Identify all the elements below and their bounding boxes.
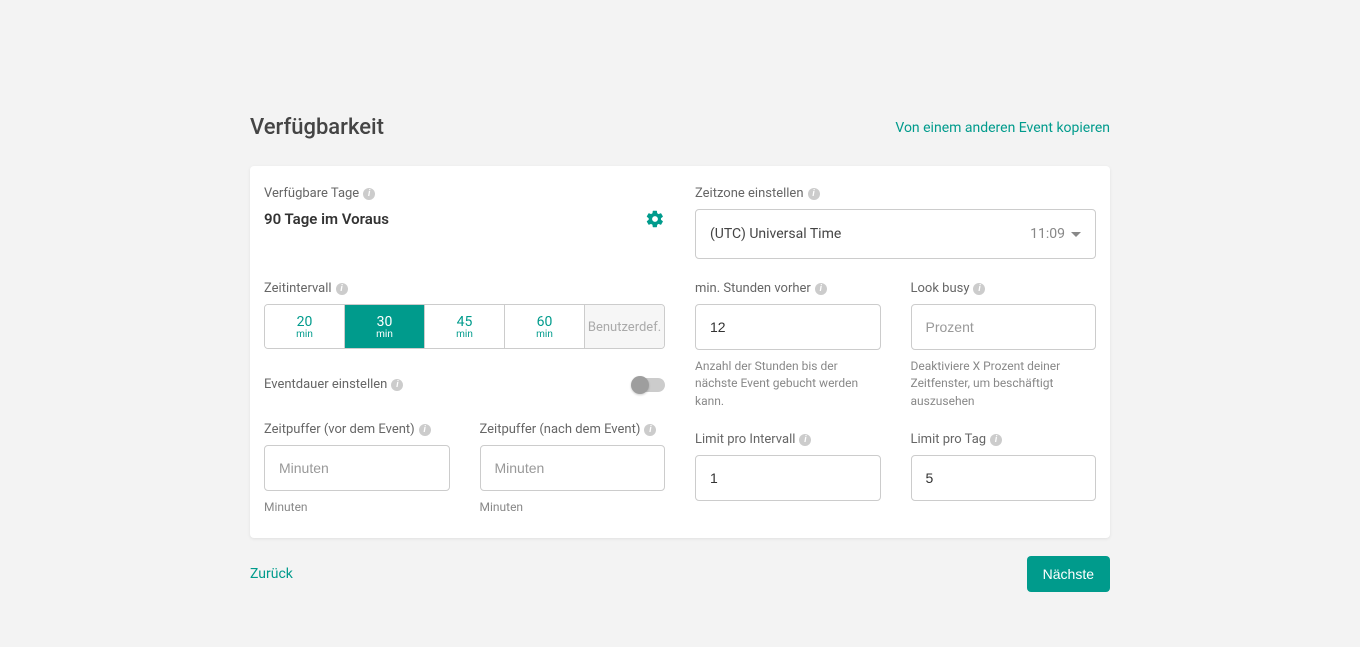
interval-option-20[interactable]: 20 min	[265, 305, 345, 348]
timezone-label: Zeitzone einstellen i	[695, 186, 1096, 201]
duration-toggle[interactable]	[633, 378, 665, 392]
buffer-before-input[interactable]	[264, 445, 450, 491]
buffer-after-label: Zeitpuffer (nach dem Event) i	[480, 422, 666, 437]
look-busy-input[interactable]	[911, 304, 1097, 350]
buffer-after-helper: Minuten	[480, 499, 666, 516]
min-hours-input[interactable]	[695, 304, 881, 350]
min-hours-helper: Anzahl der Stunden bis der nächste Event…	[695, 358, 881, 410]
timezone-select[interactable]: (UTC) Universal Time 11:09	[695, 209, 1096, 259]
page-title: Verfügbarkeit	[250, 115, 384, 140]
copy-from-event-link[interactable]: Von einem anderen Event kopieren	[895, 120, 1110, 136]
available-days-label: Verfügbare Tage i	[264, 186, 665, 201]
next-button[interactable]: Nächste	[1027, 556, 1110, 592]
info-icon: i	[363, 188, 375, 200]
timezone-name: (UTC) Universal Time	[710, 226, 841, 242]
interval-label: Zeitintervall i	[264, 281, 665, 296]
limit-interval-input[interactable]	[695, 455, 881, 501]
info-icon: i	[808, 188, 820, 200]
look-busy-helper: Deaktiviere X Prozent deiner Zeitfenster…	[911, 358, 1097, 410]
info-icon: i	[990, 434, 1002, 446]
info-icon: i	[973, 283, 985, 295]
back-button[interactable]: Zurück	[250, 566, 293, 582]
interval-option-custom[interactable]: Benutzerdef.	[585, 305, 664, 348]
interval-option-45[interactable]: 45 min	[425, 305, 505, 348]
interval-option-30[interactable]: 30 min	[345, 305, 425, 348]
gear-icon[interactable]	[645, 209, 665, 229]
interval-option-60[interactable]: 60 min	[505, 305, 585, 348]
info-icon: i	[799, 434, 811, 446]
info-icon: i	[644, 424, 656, 436]
availability-card: Verfügbare Tage i 90 Tage im Voraus Zeit…	[250, 166, 1110, 538]
info-icon: i	[391, 379, 403, 391]
interval-segmented: 20 min 30 min 45 min 60 min Benutzerdef.	[264, 304, 665, 349]
info-icon: i	[336, 283, 348, 295]
buffer-after-input[interactable]	[480, 445, 666, 491]
info-icon: i	[815, 283, 827, 295]
limit-day-input[interactable]	[911, 455, 1097, 501]
buffer-before-label: Zeitpuffer (vor dem Event) i	[264, 422, 450, 437]
min-hours-label: min. Stunden vorher i	[695, 281, 881, 296]
info-icon: i	[419, 424, 431, 436]
buffer-before-helper: Minuten	[264, 499, 450, 516]
available-days-value: 90 Tage im Voraus	[264, 210, 389, 228]
limit-interval-label: Limit pro Intervall i	[695, 432, 881, 447]
chevron-down-icon	[1071, 232, 1081, 237]
look-busy-label: Look busy i	[911, 281, 1097, 296]
duration-toggle-label: Eventdauer einstellen i	[264, 377, 403, 392]
limit-day-label: Limit pro Tag i	[911, 432, 1097, 447]
timezone-time: 11:09	[1030, 226, 1065, 242]
